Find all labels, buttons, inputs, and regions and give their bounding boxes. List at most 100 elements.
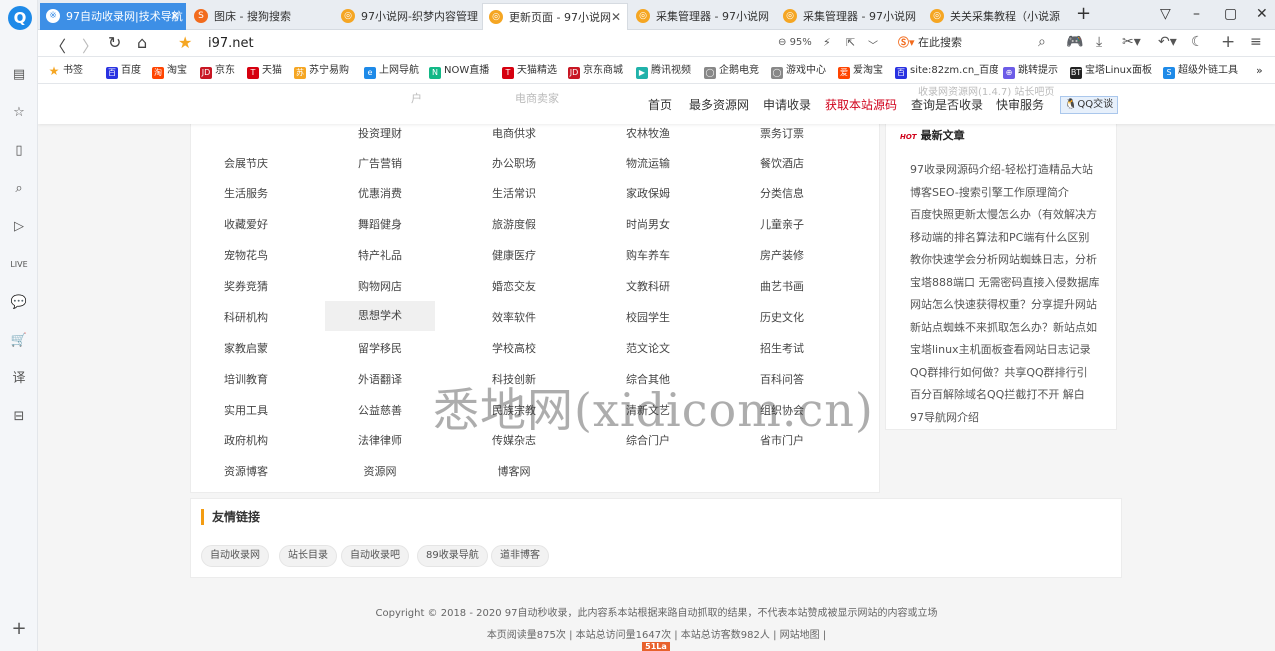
minimize-icon[interactable]: –	[1193, 6, 1200, 22]
article-link[interactable]: 网站怎么快速获得权重？分享提升网站	[910, 296, 1097, 312]
category-link[interactable]: 曲艺书画	[727, 278, 837, 294]
category-link[interactable]: 资源博客	[191, 463, 301, 479]
category-link[interactable]: 文教科研	[593, 278, 703, 294]
site-stats[interactable]: 本页阅读量875次 | 本站总访问量1647次 | 本站总访客数982人 | 网…	[38, 626, 1275, 641]
book-icon[interactable]: ▯	[10, 142, 28, 160]
cart-icon[interactable]: 🛒	[10, 332, 28, 350]
nav-fast-review[interactable]: 快审服务	[996, 96, 1044, 113]
category-link[interactable]: 资源网	[325, 463, 435, 479]
video-icon[interactable]: ▷	[10, 218, 28, 236]
category-link[interactable]: 办公职场	[459, 155, 569, 171]
category-link[interactable]: 宠物花鸟	[191, 247, 301, 263]
category-link[interactable]: 分类信息	[727, 185, 837, 201]
category-link[interactable]: 婚恋交友	[459, 278, 569, 294]
category-link[interactable]: 实用工具	[191, 402, 301, 418]
live-icon[interactable]: LIVE	[10, 256, 28, 274]
article-link[interactable]: 宝塔linux主机面板查看网站日志记录	[910, 341, 1091, 357]
nav-resources[interactable]: 最多资源网	[689, 96, 749, 113]
bookmark-star-icon[interactable]: ★	[178, 33, 192, 52]
category-link[interactable]: 效率软件	[459, 309, 569, 325]
bookmark-item[interactable]: ◯ 企鹅电竞	[704, 57, 759, 84]
chevron-down-icon[interactable]: ﹀	[868, 37, 878, 52]
bookmark-item[interactable]: T 天猫	[247, 57, 282, 84]
close-tab-icon[interactable]: ✕	[611, 4, 621, 30]
category-link[interactable]: 收藏爱好	[191, 216, 301, 232]
bookmark-item[interactable]: ⊕ 跳转提示	[1003, 57, 1058, 84]
scissors-icon[interactable]: ✂▾	[1122, 34, 1141, 50]
bookmark-item[interactable]: N NOW直播	[429, 57, 489, 84]
category-link[interactable]: 电商供求	[459, 125, 569, 141]
menu-icon[interactable]: ≡	[1250, 34, 1262, 50]
friend-link[interactable]: 自动收录网	[201, 545, 269, 567]
friend-link[interactable]: 道非博客	[491, 545, 549, 567]
category-link[interactable]: 博客网	[459, 463, 569, 479]
category-link[interactable]: 房产装修	[727, 247, 837, 263]
chat-icon[interactable]: 💬	[10, 294, 28, 312]
category-link[interactable]: 招生考试	[727, 340, 837, 356]
search-go-icon[interactable]: ⌕	[1038, 34, 1046, 50]
category-link[interactable]: 特产礼品	[325, 247, 435, 263]
category-link[interactable]: 范文论文	[593, 340, 703, 356]
category-link[interactable]: 历史文化	[727, 309, 837, 325]
category-link[interactable]: 生活服务	[191, 185, 301, 201]
bookmark-item[interactable]: 百百度	[106, 57, 141, 84]
more-bookmarks-icon[interactable]: »	[1256, 57, 1263, 84]
category-link[interactable]: 培训教育	[191, 371, 301, 387]
article-link[interactable]: 新站点蜘蛛不来抓取怎么办？新站点如	[910, 319, 1097, 335]
friend-link[interactable]: 自动收录吧	[341, 545, 409, 567]
category-link[interactable]: 购物网店	[325, 278, 435, 294]
tab-2[interactable]: S 图床 - 搜狗搜索	[188, 3, 333, 30]
category-link[interactable]: 健康医疗	[459, 247, 569, 263]
category-link[interactable]: 购车养车	[593, 247, 703, 263]
category-link[interactable]: 留学移民	[325, 340, 435, 356]
tab-7[interactable]: ◎ 关关采集教程（小说源	[924, 3, 1069, 30]
zoom-level[interactable]: ⊖ 95%	[778, 37, 812, 48]
night-mode-icon[interactable]: ☾	[1191, 34, 1204, 50]
tab-6[interactable]: ◎ 采集管理器 - 97小说网	[777, 3, 922, 30]
home-icon[interactable]: ⌂	[137, 33, 147, 52]
article-link[interactable]: QQ群排行如何做？共享QQ群排行引	[910, 364, 1088, 380]
bookmark-item[interactable]: 百 site:82zm.cn_百度	[895, 57, 998, 84]
nav-home[interactable]: 首页	[648, 96, 672, 113]
close-tab-icon[interactable]: ✕	[170, 3, 180, 30]
article-link[interactable]: 百度快照更新太慢怎么办（有效解决方	[910, 206, 1097, 222]
category-link[interactable]: 票务订票	[727, 125, 837, 141]
category-link[interactable]: 外语翻译	[325, 371, 435, 387]
51la-badge[interactable]: 51La	[642, 642, 670, 651]
qq-chat-button[interactable]: 🐧QQ交谈	[1060, 96, 1118, 114]
browser-logo-icon[interactable]: Q	[8, 6, 32, 30]
category-link[interactable]: 舞蹈健身	[325, 216, 435, 232]
category-link[interactable]: 广告营销	[325, 155, 435, 171]
tab-1[interactable]: ※ 97自动收录网|技术导航 ✕	[40, 3, 186, 30]
article-link[interactable]: 教你快速学会分析网站蜘蛛日志，分析	[910, 251, 1097, 267]
skin-icon[interactable]: ▽	[1160, 6, 1171, 22]
favorites-star-icon[interactable]: ☆	[10, 104, 28, 122]
nav-get-source[interactable]: 获取本站源码	[825, 96, 897, 113]
restore-icon[interactable]: ▢	[1224, 6, 1237, 22]
tab-3[interactable]: ◎ 97小说网-织梦内容管理	[335, 3, 480, 30]
friend-link[interactable]: 站长目录	[279, 545, 337, 567]
article-link[interactable]: 博客SEO-搜索引擎工作原理简介	[910, 184, 1069, 200]
article-link[interactable]: 97导航网介绍	[910, 409, 979, 425]
article-link[interactable]: 97收录网源码介绍-轻松打造精品大站	[910, 161, 1093, 177]
bookmark-item[interactable]: e 上网导航	[364, 57, 419, 84]
add-icon[interactable]: +	[1221, 32, 1235, 52]
forward-icon[interactable]: 〉	[82, 33, 98, 57]
category-link[interactable]: 优惠消费	[325, 185, 435, 201]
category-link[interactable]: 科研机构	[191, 309, 301, 325]
bookmark-item[interactable]: T 天猫精选	[502, 57, 557, 84]
category-link[interactable]: 投资理财	[325, 125, 435, 141]
bookmark-item[interactable]: JD 京东商城	[568, 57, 623, 84]
translate-icon[interactable]: 译	[10, 370, 28, 388]
category-link[interactable]: 儿童亲子	[727, 216, 837, 232]
download-icon[interactable]: ⤓	[1096, 34, 1102, 50]
bookmark-item[interactable]: ▶ 腾讯视频	[636, 57, 691, 84]
new-tab-icon[interactable]: +	[1076, 3, 1091, 24]
friend-link[interactable]: 89收录导航	[417, 545, 488, 567]
close-window-icon[interactable]: ✕	[1256, 6, 1268, 22]
category-link[interactable]: 时尚男女	[593, 216, 703, 232]
add-panel-icon[interactable]: +	[10, 620, 28, 638]
category-link[interactable]: 思想学术	[325, 301, 435, 331]
category-link[interactable]: 奖券竞猜	[191, 278, 301, 294]
url-field[interactable]: i97.net	[208, 36, 254, 51]
